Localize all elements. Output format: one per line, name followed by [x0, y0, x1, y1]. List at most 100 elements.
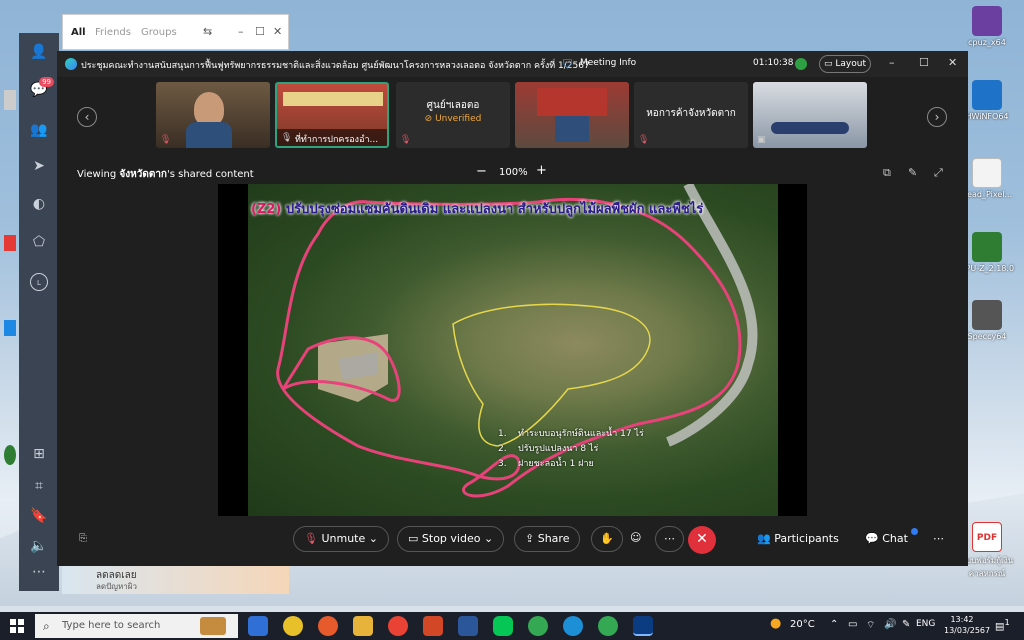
tab-all[interactable]: All	[71, 27, 86, 38]
participant-tile[interactable]: ศูนย์ฯเลอตอ ⊘ Unverified 🎙	[396, 82, 510, 148]
minimize-icon[interactable]: –	[889, 56, 895, 69]
zoom-in-button[interactable]: +	[536, 163, 547, 178]
unmute-button[interactable]: 🎙 Unmute ⌄	[293, 526, 389, 552]
speccy-icon	[972, 300, 1002, 330]
fullscreen-icon[interactable]: ⤢	[934, 166, 943, 180]
zoom-out-button[interactable]: −	[476, 164, 487, 179]
smile-icon: ☺	[630, 531, 642, 544]
layout-button[interactable]: ▭ Layout	[819, 55, 871, 73]
bookmark-icon[interactable]: 🔖	[30, 507, 48, 525]
send-icon[interactable]: ➤	[30, 157, 48, 175]
crop-icon[interactable]: ⌗	[30, 477, 48, 495]
start-button[interactable]	[10, 619, 24, 633]
chrome-icon[interactable]	[283, 616, 303, 636]
line-app-sidebar: 👤 💬 99 👥 ➤ ◐ ⬠ L ⊞ ⌗ 🔖 🔈 ⋯	[19, 33, 59, 591]
shield-icon[interactable]: ⛉	[563, 57, 572, 72]
mic-muted-icon: 🎙	[160, 135, 172, 145]
share-button[interactable]: ⇪ Share	[514, 526, 581, 552]
line-icon[interactable]	[493, 616, 513, 636]
more-options-icon[interactable]: ⋯	[933, 526, 944, 552]
participant-tile[interactable]: 🎙	[156, 82, 270, 148]
weather-temp[interactable]: 20°C	[790, 619, 815, 630]
close-icon[interactable]: ✕	[273, 25, 282, 38]
maps-icon[interactable]	[528, 616, 548, 636]
pen-tray-icon[interactable]: ✎	[902, 619, 910, 630]
meeting-info-button[interactable]: Meeting Info	[580, 58, 636, 68]
keep-icon[interactable]: ◐	[30, 195, 48, 213]
maximize-icon[interactable]: ☐	[919, 56, 929, 69]
minimize-icon[interactable]: –	[238, 25, 244, 38]
language-indicator[interactable]: ENG	[916, 619, 935, 629]
line-app-icon[interactable]	[4, 445, 16, 465]
profile-icon[interactable]: 👤	[30, 43, 48, 61]
weather-icon[interactable]: ●	[770, 616, 781, 631]
word-icon[interactable]	[458, 616, 478, 636]
mic-muted-icon: 🎙	[304, 532, 318, 545]
chat-button[interactable]: 💬 Chat	[865, 526, 908, 552]
viewing-label: Viewing จังหวัดตาก's shared content	[77, 169, 254, 180]
openchat-icon[interactable]: ⬠	[30, 233, 48, 251]
chrome-profile-icon[interactable]	[598, 616, 618, 636]
raise-hand-button[interactable]: ✋	[591, 526, 623, 552]
webex-icon[interactable]	[633, 616, 653, 636]
conference-table	[771, 122, 849, 134]
edge-icon[interactable]	[248, 616, 268, 636]
tray-chevron-icon[interactable]: ⌃	[830, 619, 838, 630]
firefox-icon[interactable]	[318, 616, 338, 636]
pdf-file-icon: PDF	[972, 522, 1002, 552]
chrome-alt-icon[interactable]	[388, 616, 408, 636]
maximize-icon[interactable]: ☐	[255, 25, 265, 38]
participant-tile[interactable]: ▣	[753, 82, 867, 148]
network-icon[interactable]: ▭	[848, 619, 857, 630]
wifi-icon[interactable]: ⌔	[866, 619, 875, 632]
chat-unread-indicator	[911, 528, 918, 535]
desktop-icon-cpuz[interactable]: cpuz_x64	[957, 6, 1017, 47]
speaker-icon[interactable]: 🔈	[30, 537, 48, 555]
leave-meeting-button[interactable]: ✕	[688, 526, 716, 554]
recycle-bin-icon[interactable]	[4, 90, 16, 110]
stop-video-button[interactable]: ▭ Stop video ⌄	[397, 526, 505, 552]
tab-groups[interactable]: Groups	[141, 27, 177, 38]
file-explorer-icon[interactable]	[353, 616, 373, 636]
edge-beta-icon[interactable]	[563, 616, 583, 636]
paddy-area-outline	[452, 303, 651, 447]
reactions-button[interactable]: ☺	[622, 526, 649, 552]
hwinfo-icon	[972, 80, 1002, 110]
slide-title: (Z2) ปรับปรุงซ่อมแซมคันดินเดิม และแปลงนา…	[251, 202, 704, 217]
participants-button[interactable]: 👥 Participants	[757, 526, 839, 552]
road	[666, 184, 758, 447]
participant-name: หอการค้าจังหวัดตาก	[646, 108, 736, 119]
desktop-icons-left	[0, 80, 18, 465]
notification-center-icon[interactable]: ▤1	[995, 617, 1010, 632]
close-icon[interactable]: ✕	[948, 56, 957, 69]
app-icon[interactable]	[4, 235, 16, 251]
strip-next-button[interactable]: ›	[927, 107, 947, 127]
powerpoint-icon[interactable]	[423, 616, 443, 636]
taskbar-search[interactable]: ⌕ Type here to search	[35, 614, 238, 638]
zoom-level: 100%	[499, 167, 528, 178]
captions-icon[interactable]: ⎘	[79, 526, 87, 552]
mic-icon: 🎙	[281, 133, 293, 143]
filter-icon[interactable]: ⇆	[203, 25, 212, 38]
annotate-icon[interactable]: ⧉	[883, 166, 891, 180]
app-icon[interactable]	[4, 320, 16, 336]
participant-tile[interactable]: หอการค้าจังหวัดตาก 🎙	[634, 82, 748, 148]
share-icon: ⇪	[525, 532, 535, 545]
tab-friends[interactable]: Friends	[95, 27, 131, 38]
add-friend-icon[interactable]: 👥	[30, 121, 48, 139]
more-options-button[interactable]: ⋯	[655, 526, 684, 552]
strip-prev-button[interactable]: ‹	[77, 107, 97, 127]
connection-status-icon[interactable]	[795, 58, 807, 70]
participant-tile[interactable]	[515, 82, 629, 148]
ad-banner[interactable]: ลดลดเลย ลดปัญหาผิว	[62, 566, 289, 594]
pen-icon[interactable]: ✎	[908, 166, 917, 179]
aerial-photo: (Z2) ปรับปรุงซ่อมแซมคันดินเดิม และแปลงนา…	[248, 184, 778, 516]
line-voom-icon[interactable]: L	[30, 273, 48, 291]
system-clock[interactable]: 13:42 13/03/2567	[944, 614, 990, 636]
people-icon: 👥	[757, 532, 771, 545]
more-icon[interactable]: ⋯	[30, 563, 48, 581]
volume-icon[interactable]: 🔊	[884, 619, 896, 630]
participant-tile-active[interactable]: ที่ทำการปกครองอำ... 🎙	[275, 82, 389, 148]
add-square-icon[interactable]: ⊞	[30, 445, 48, 463]
chat-icon[interactable]: 💬 99	[30, 77, 54, 99]
